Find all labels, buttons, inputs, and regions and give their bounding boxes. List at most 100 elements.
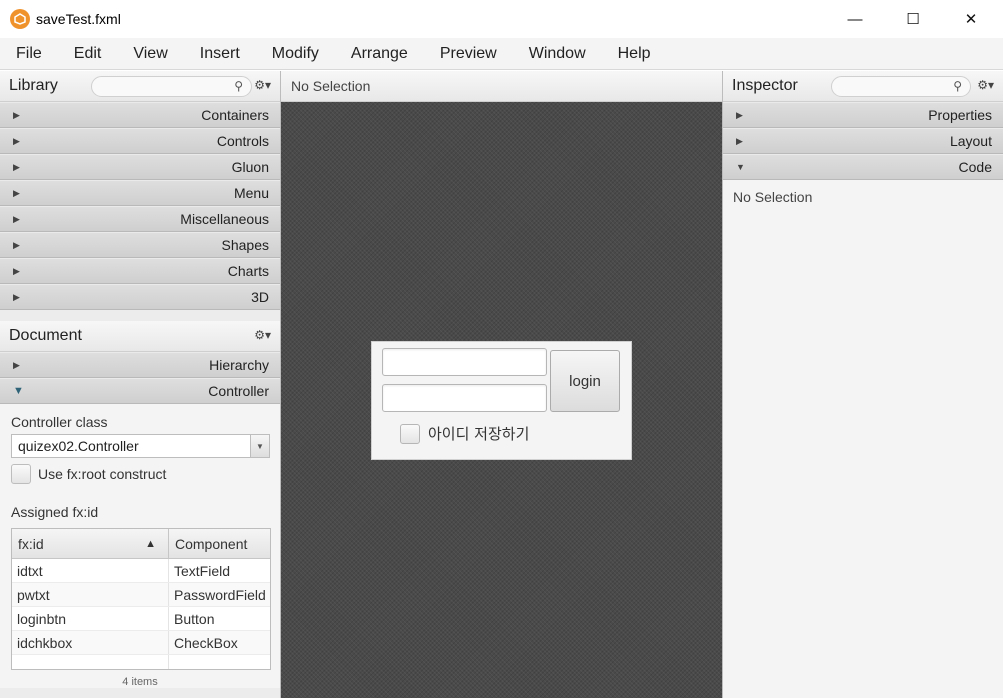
triangle-down-icon: ▼ xyxy=(13,385,24,397)
sort-ascending-icon: ▲ xyxy=(145,538,156,550)
inspector-title: Inspector xyxy=(732,77,798,94)
section-label: Hierarchy xyxy=(209,357,269,373)
password-field[interactable] xyxy=(382,384,547,412)
id-text-field[interactable] xyxy=(382,348,547,376)
section-label: Containers xyxy=(201,107,269,123)
menu-help[interactable]: Help xyxy=(614,45,655,63)
library-section-charts[interactable]: ▶ Charts xyxy=(0,258,280,284)
triangle-right-icon: ▶ xyxy=(13,109,20,120)
library-section-controls[interactable]: ▶ Controls xyxy=(0,128,280,154)
triangle-right-icon: ▶ xyxy=(13,291,20,302)
fxid-column-header[interactable]: fx:id ▲ xyxy=(12,529,169,558)
controller-class-combo[interactable]: quizex02.Controller ▼ xyxy=(11,434,270,458)
column-header-label: Component xyxy=(175,535,248,552)
table-cell: idchkbox xyxy=(12,631,169,654)
table-row[interactable]: loginbtn Button xyxy=(12,607,270,631)
minimize-button[interactable]: — xyxy=(826,0,884,38)
menu-preview[interactable]: Preview xyxy=(436,45,501,63)
menu-insert[interactable]: Insert xyxy=(196,45,244,63)
assigned-fxid-table: fx:id ▲ Component idtxt TextField pwtxt … xyxy=(11,528,271,670)
triangle-right-icon: ▶ xyxy=(13,265,20,276)
login-form-pane[interactable]: login 아이디 저장하기 xyxy=(371,341,632,460)
library-header: Library ⚲ ⚙▾ xyxy=(0,71,280,102)
section-label: Controls xyxy=(216,133,269,149)
save-id-checkbox[interactable] xyxy=(400,423,420,444)
triangle-right-icon: ▶ xyxy=(736,109,743,120)
section-label: Menu xyxy=(233,185,269,201)
library-section-3d[interactable]: ▶ 3D xyxy=(0,284,280,310)
table-cell: TextField xyxy=(174,562,231,579)
triangle-right-icon: ▶ xyxy=(13,161,20,172)
section-label: Properties xyxy=(928,107,992,123)
selection-breadcrumb: No Selection xyxy=(281,71,722,102)
menu-view[interactable]: View xyxy=(129,45,171,63)
inspector-section-properties[interactable]: ▶ Properties xyxy=(723,102,1003,128)
menu-modify[interactable]: Modify xyxy=(268,45,323,63)
inspector-header: Inspector ⚲ ⚙▾ xyxy=(723,71,1003,102)
component-column-header[interactable]: Component xyxy=(169,529,270,558)
use-root-checkbox[interactable] xyxy=(11,464,31,484)
inspector-panel: Inspector ⚲ ⚙▾ ▶ Properties ▶ Layout ▼ C… xyxy=(722,71,1003,698)
table-row[interactable]: idchkbox CheckBox xyxy=(12,631,270,655)
library-section-gluon[interactable]: ▶ Gluon xyxy=(0,154,280,180)
table-row[interactable]: pwtxt PasswordField xyxy=(12,583,270,607)
gear-icon[interactable]: ⚙▾ xyxy=(254,328,271,342)
splitter[interactable] xyxy=(0,310,280,321)
assigned-fxid-label: Assigned fx:id xyxy=(11,504,99,520)
document-header: Document ⚙▾ xyxy=(0,321,280,352)
section-label: Code xyxy=(958,159,992,175)
section-label: Controller xyxy=(208,383,269,399)
table-header: fx:id ▲ Component xyxy=(12,529,270,559)
search-icon: ⚲ xyxy=(953,79,962,93)
inspector-empty-text: No Selection xyxy=(733,189,813,205)
gear-icon[interactable]: ⚙▾ xyxy=(254,78,271,92)
menu-window[interactable]: Window xyxy=(525,45,590,63)
close-button[interactable]: ✕ xyxy=(942,0,1000,38)
document-section-hierarchy[interactable]: ▶ Hierarchy xyxy=(0,352,280,378)
library-section-miscellaneous[interactable]: ▶ Miscellaneous xyxy=(0,206,280,232)
design-canvas[interactable]: login 아이디 저장하기 xyxy=(281,102,722,698)
triangle-right-icon: ▶ xyxy=(13,359,20,370)
menu-file[interactable]: File xyxy=(12,45,46,63)
inspector-section-layout[interactable]: ▶ Layout xyxy=(723,128,1003,154)
inspector-section-code[interactable]: ▼ Code xyxy=(723,154,1003,180)
section-label: Layout xyxy=(949,133,992,149)
chevron-down-icon[interactable]: ▼ xyxy=(250,435,269,457)
library-section-menu[interactable]: ▶ Menu xyxy=(0,180,280,206)
triangle-right-icon: ▶ xyxy=(13,135,20,146)
library-search-input[interactable]: ⚲ xyxy=(91,76,252,97)
menu-arrange[interactable]: Arrange xyxy=(347,45,412,63)
inspector-search-input[interactable]: ⚲ xyxy=(831,76,971,97)
table-row[interactable]: idtxt TextField xyxy=(12,559,270,583)
library-title: Library xyxy=(9,77,58,94)
table-cell: CheckBox xyxy=(174,634,238,651)
maximize-button[interactable]: ☐ xyxy=(884,0,942,38)
controller-class-value: quizex02.Controller xyxy=(18,438,139,454)
controller-pane: Controller class quizex02.Controller ▼ U… xyxy=(0,404,280,688)
library-section-shapes[interactable]: ▶ Shapes xyxy=(0,232,280,258)
table-cell: PasswordField xyxy=(174,586,266,603)
library-section-containers[interactable]: ▶ Containers xyxy=(0,102,280,128)
triangle-right-icon: ▶ xyxy=(13,239,20,250)
document-section-controller[interactable]: ▼ Controller xyxy=(0,378,280,404)
menu-bar: File Edit View Insert Modify Arrange Pre… xyxy=(0,38,1003,70)
triangle-right-icon: ▶ xyxy=(736,135,743,146)
content-panel: No Selection login 아이디 저장하기 xyxy=(281,71,722,698)
table-cell: pwtxt xyxy=(12,583,169,606)
gear-icon[interactable]: ⚙▾ xyxy=(977,78,994,92)
table-cell: loginbtn xyxy=(12,607,169,630)
table-cell-empty xyxy=(169,655,270,669)
section-label: Charts xyxy=(227,263,269,279)
controller-class-label: Controller class xyxy=(11,414,108,430)
scene-builder-logo-icon xyxy=(10,9,30,29)
table-row-empty xyxy=(12,655,270,669)
use-root-checkbox-row[interactable]: Use fx:root construct xyxy=(11,464,269,484)
left-panel: Library ⚲ ⚙▾ ▶ Containers ▶ Controls ▶ G… xyxy=(0,71,281,698)
save-id-checkbox-row[interactable]: 아이디 저장하기 xyxy=(400,423,529,444)
menu-edit[interactable]: Edit xyxy=(70,45,106,63)
triangle-right-icon: ▶ xyxy=(13,187,20,198)
table-cell: idtxt xyxy=(12,559,169,582)
window-title: saveTest.fxml xyxy=(36,11,121,27)
document-title: Document xyxy=(9,327,82,344)
login-button[interactable]: login xyxy=(550,350,620,412)
